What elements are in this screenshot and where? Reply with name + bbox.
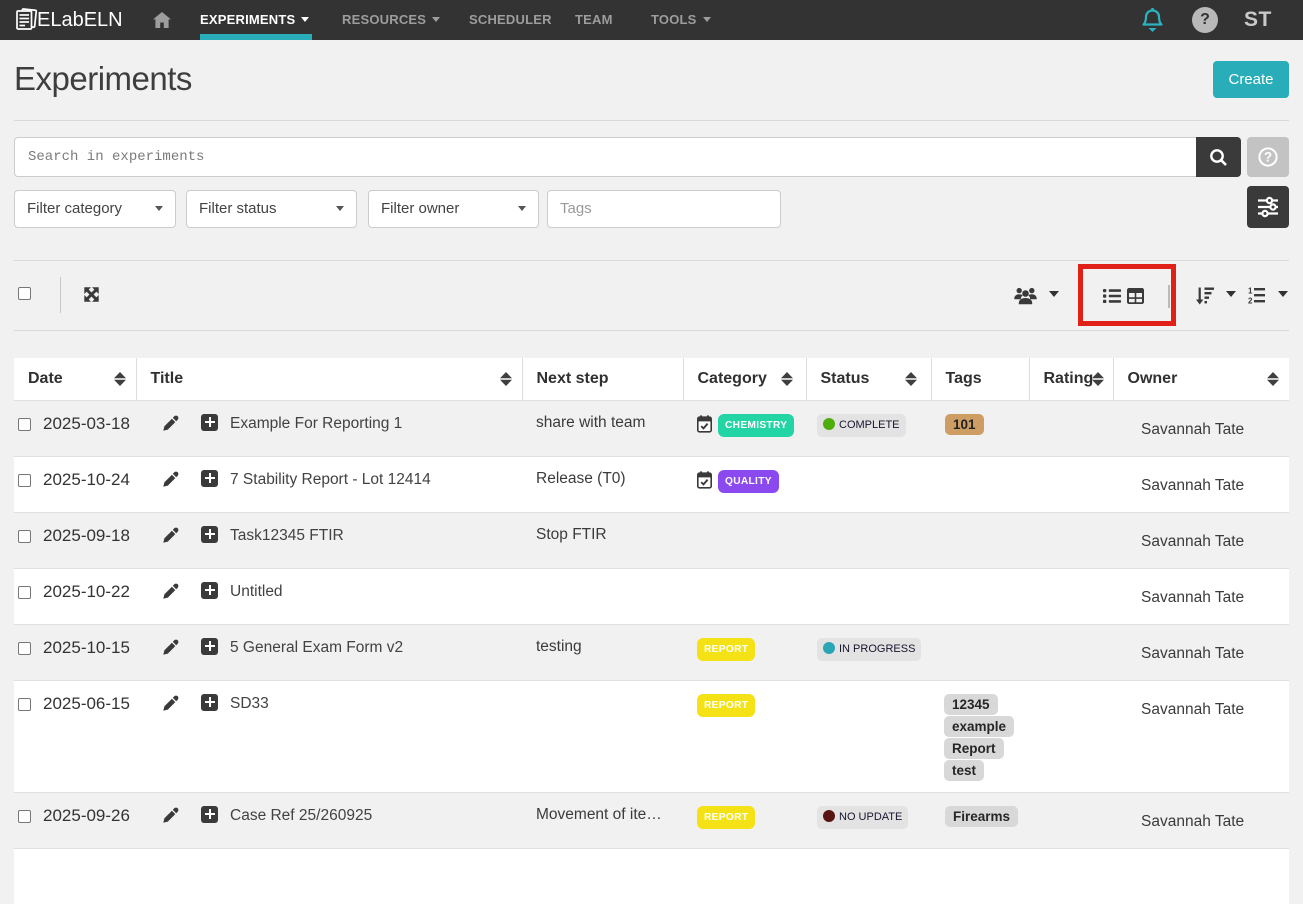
svg-text:1: 1 (1248, 287, 1253, 296)
svg-text:?: ? (1264, 150, 1272, 165)
svg-text:2: 2 (1248, 297, 1253, 305)
